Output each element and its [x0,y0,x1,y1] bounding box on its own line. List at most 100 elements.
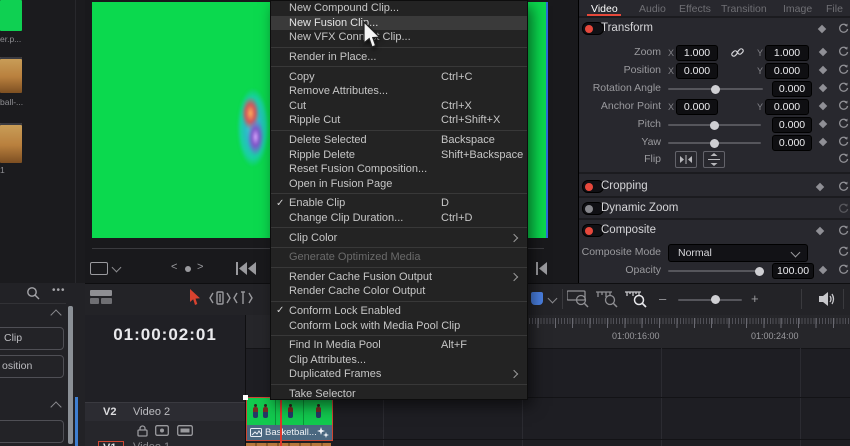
reset-icon[interactable] [838,264,849,275]
timeline-tracks-icon[interactable] [90,289,112,306]
reset-icon[interactable] [838,136,849,147]
keyframe-diamond-icon[interactable] [818,83,828,93]
flag-outline-icon[interactable] [177,425,193,436]
zoom-slider[interactable] [678,299,742,301]
reset-icon[interactable] [838,203,849,214]
menu-item-conform-lock-enabled[interactable]: ✓ Conform Lock Enabled [271,304,527,319]
ellipsis-icon[interactable]: ••• [52,285,66,296]
keyframe-diamond-icon[interactable] [815,226,825,236]
timeline-clip-basketball[interactable]: Basketball... [246,397,333,441]
reset-icon[interactable] [838,64,849,75]
scrollbar[interactable] [68,306,73,444]
opacity-slider-thumb[interactable] [755,266,764,276]
clip-trim-handle[interactable] [243,395,248,400]
reset-icon[interactable] [838,153,849,164]
tab-image[interactable]: Image [783,3,812,15]
keyframe-diamond-icon[interactable] [818,119,828,129]
effects-item[interactable] [0,420,64,443]
auto-select-icon[interactable] [155,425,169,436]
menu-item-clip-attributes[interactable]: Clip Attributes... [271,352,527,367]
marker-flag-icon[interactable] [531,292,543,305]
menu-item-generate-optimized-media[interactable]: Generate Optimized Media [271,250,527,265]
rotation-field[interactable]: 0.000 [772,81,812,97]
timecode-display[interactable]: 01:00:02:01 [85,325,245,345]
menu-item-ripple-cut[interactable]: Ripple Cut Ctrl+Shift+X [271,113,527,128]
composite-mode-select[interactable]: Normal [668,244,808,262]
menu-item-duplicated-frames[interactable]: Duplicated Frames [271,367,527,382]
menu-item-copy[interactable]: Copy Ctrl+C [271,69,527,84]
keyframe-diamond-icon[interactable] [818,65,828,75]
zoom-y-field[interactable]: 1.000 [765,45,809,61]
keyframe-diamond-icon[interactable] [818,265,828,275]
reset-icon[interactable] [838,181,849,192]
selection-tool-icon[interactable] [189,289,201,306]
plus-icon[interactable]: + [751,291,759,306]
zoom-x-field[interactable]: 1.000 [676,45,718,61]
menu-item-reset-fusion-composition[interactable]: Reset Fusion Composition... [271,162,527,177]
keyframe-diamond-icon[interactable] [818,47,828,57]
track-header-v1[interactable]: V1 Video 1 [85,440,245,446]
menu-item-find-in-media-pool[interactable]: Find In Media Pool Alt+F [271,338,527,353]
menu-item-new-fusion-clip[interactable]: New Fusion Clip... [271,15,527,31]
reset-icon[interactable] [838,246,849,257]
lock-icon[interactable] [137,425,148,437]
effects-item-clip[interactable]: Clip [0,327,64,350]
tab-file[interactable]: File [826,3,843,15]
opacity-slider[interactable] [668,270,761,272]
jog-dot-icon[interactable] [185,266,191,272]
media-clip-thumbnail[interactable] [0,123,22,163]
media-clip-thumbnail[interactable] [0,0,22,31]
menu-item-change-clip-duration[interactable]: Change Clip Duration... Ctrl+D [271,211,527,226]
reset-icon[interactable] [838,23,849,34]
position-y-field[interactable]: 0.000 [765,63,809,79]
skip-start-icon[interactable] [535,262,549,275]
keyframe-diamond-icon[interactable] [815,182,825,192]
menu-item-take-selector[interactable]: Take Selector [271,387,527,402]
opacity-field[interactable]: 100.00 [772,263,814,279]
menu-item-cut[interactable]: Cut Ctrl+X [271,99,527,114]
reset-icon[interactable] [838,100,849,111]
menu-item-render-cache-color-output[interactable]: Render Cache Color Output [271,284,527,299]
zoom-fit-icon[interactable] [567,290,592,308]
menu-item-open-in-fusion-page[interactable]: Open in Fusion Page [271,177,527,192]
rotation-slider-thumb[interactable] [711,84,720,94]
link-icon[interactable] [731,46,744,59]
menu-item-new-compound-clip[interactable]: New Compound Clip... [271,1,527,16]
pitch-slider-thumb[interactable] [710,120,719,130]
flip-horizontal-icon[interactable] [675,151,697,168]
jog-reverse-icon[interactable]: < [171,261,177,273]
reset-icon[interactable] [838,118,849,129]
reset-icon[interactable] [838,225,849,236]
menu-item-conform-lock-with-media-pool-clip[interactable]: Conform Lock with Media Pool Clip [271,318,527,333]
zoom-custom-icon[interactable] [625,290,650,308]
keyframe-diamond-icon[interactable] [817,24,827,34]
keyframe-diamond-icon[interactable] [818,101,828,111]
menu-item-clip-color[interactable]: Clip Color [271,230,527,245]
marquee-icon[interactable] [90,262,108,275]
media-clip-thumbnail[interactable] [0,57,22,93]
menu-item-enable-clip[interactable]: ✓ Enable Clip D [271,196,527,211]
zoom-detail-icon[interactable] [596,290,621,308]
anchor-y-field[interactable]: 0.000 [765,99,809,115]
track-header-v2[interactable]: V2 Video 2 [85,402,245,422]
tab-transition[interactable]: Transition [721,3,767,15]
menu-item-ripple-delete[interactable]: Ripple Delete Shift+Backspace [271,147,527,162]
search-icon[interactable] [26,286,41,301]
section-composite[interactable]: Composite [579,224,850,242]
menu-item-render-cache-fusion-output[interactable]: Render Cache Fusion Output [271,270,527,285]
tab-effects[interactable]: Effects [679,3,711,15]
menu-item-render-in-place[interactable]: Render in Place... [271,50,527,65]
chevron-down-icon[interactable] [111,262,122,273]
yaw-field[interactable]: 0.000 [772,135,812,151]
menu-item-new-vfx-connect-clip[interactable]: New VFX Connect Clip... [271,30,527,45]
yaw-slider-thumb[interactable] [710,138,719,148]
dynamic-trim-icon[interactable] [232,291,254,305]
section-transform[interactable]: Transform [579,22,850,40]
reset-icon[interactable] [838,82,849,93]
menu-item-remove-attributes[interactable]: Remove Attributes... [271,84,527,99]
tab-audio[interactable]: Audio [639,3,666,15]
jog-forward-icon[interactable]: > [197,261,203,273]
effects-item-osition[interactable]: osition [0,355,64,378]
zoom-slider-thumb[interactable] [711,295,720,304]
speaker-icon[interactable] [818,291,836,307]
